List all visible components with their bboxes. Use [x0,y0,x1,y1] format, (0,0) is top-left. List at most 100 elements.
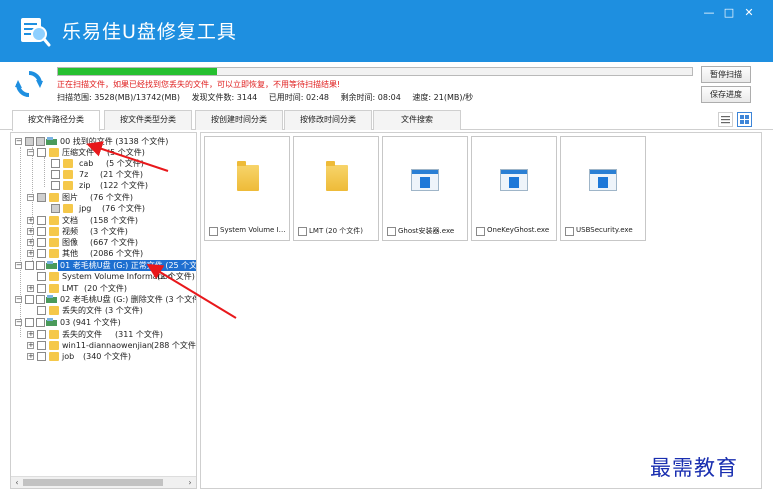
expand-icon[interactable]: + [27,342,34,349]
tree-checkbox[interactable] [37,306,46,315]
tree-node-other[interactable]: + 其他 (2086 个文件) [27,248,196,259]
tree-checkbox[interactable] [37,272,46,281]
tree-checkbox[interactable] [36,295,45,304]
tab-by-modified[interactable]: 按修改时间分类 [284,110,372,130]
grid-view-icon[interactable] [737,112,752,127]
expand-icon[interactable]: + [27,353,34,360]
file-checkbox[interactable] [565,227,574,236]
folder-tree[interactable]: − 00 找到的文件 (3138 个文件) − 压缩文件 (5 个文件) cab… [10,132,197,489]
tree-checkbox[interactable] [37,330,46,339]
tree-checkbox[interactable] [37,227,46,236]
minimize-button[interactable]: — [700,6,718,20]
tree-checkbox[interactable] [25,137,34,146]
tab-by-path[interactable]: 按文件路径分类 [12,110,100,131]
collapse-icon[interactable]: − [15,262,22,269]
tree-checkbox[interactable] [51,181,60,190]
tree-node-lost-files-03[interactable]: + 丢失的文件 (311 个文件) [27,329,196,340]
tree-node-documents[interactable]: + 文档 (158 个文件) [27,215,196,226]
tree-node-03[interactable]: − 03 (941 个文件) [15,317,196,328]
tree-label: 03 (941 个文件) [60,318,121,327]
tree-count: (122 个文件) [100,181,149,190]
file-item[interactable]: System Volume In... [204,136,290,241]
tab-by-type[interactable]: 按文件类型分类 [104,110,192,130]
tree-count: (158 个文件) [90,216,139,225]
tree-node-jpg[interactable]: jpg (76 个文件) [51,203,191,214]
expand-icon[interactable]: + [27,217,34,224]
collapse-icon[interactable]: − [27,194,34,201]
tree-node-drive-normal[interactable]: − 01 老毛桃U盘 (G:) 正常文件 (25 个文件) [15,260,196,271]
tree-node-system-volume[interactable]: System Volume Information (2 个文件) [27,271,196,282]
collapse-icon[interactable]: − [15,138,22,145]
tree-node-7z[interactable]: 7z (21 个文件) [51,169,191,180]
scroll-right-icon[interactable]: › [184,477,196,488]
folder-icon [63,170,73,179]
file-item[interactable]: LMT (20 个文件) [293,136,379,241]
tree-checkbox[interactable] [36,137,45,146]
file-checkbox[interactable] [209,227,218,236]
tree-node-zip[interactable]: zip (122 个文件) [51,180,191,191]
tree-count: (311 个文件) [115,330,164,339]
tree-node-win11[interactable]: + win11-diannaowenjian (288 个文件) [27,340,197,351]
tree-checkbox[interactable] [37,238,46,247]
tree-label: cab [79,159,94,168]
tree-checkbox[interactable] [37,352,46,361]
expand-icon[interactable]: + [27,331,34,338]
tree-checkbox[interactable] [37,148,46,157]
tree-checkbox[interactable] [37,284,46,293]
maximize-button[interactable]: □ [720,6,738,20]
scroll-left-icon[interactable]: ‹ [11,477,23,488]
tree-checkbox[interactable] [36,318,45,327]
tree-checkbox[interactable] [25,295,34,304]
file-item[interactable]: Ghost安装器.exe [382,136,468,241]
file-item[interactable]: USBSecurity.exe [560,136,646,241]
tree-checkbox[interactable] [51,159,60,168]
tab-by-created[interactable]: 按创建时间分类 [195,110,283,130]
folder-icon [63,181,73,190]
tree-node-archives[interactable]: − 压缩文件 (5 个文件) [27,147,196,158]
tree-checkbox[interactable] [25,261,34,270]
tree-checkbox[interactable] [51,170,60,179]
file-checkbox[interactable] [298,227,307,236]
expand-icon[interactable]: + [27,228,34,235]
tree-label: 丢失的文件 [62,330,102,339]
file-checkbox[interactable] [387,227,396,236]
tree-node-job[interactable]: + job (340 个文件) [27,351,196,362]
tree-count: (2 个文件) [157,272,195,281]
folder-icon [49,216,59,225]
tree-node-cab[interactable]: cab (5 个文件) [51,158,191,169]
tree-checkbox[interactable] [37,341,46,350]
pause-scan-button[interactable]: 暂停扫描 [701,66,751,83]
collapse-icon[interactable]: − [27,149,34,156]
expand-icon[interactable]: + [27,239,34,246]
tree-checkbox[interactable] [51,204,60,213]
close-button[interactable]: ✕ [740,6,758,20]
tree-count: (340 个文件) [83,352,132,361]
tree-count: (76 个文件) [90,193,133,202]
tree-checkbox[interactable] [25,318,34,327]
tree-checkbox[interactable] [37,216,46,225]
collapse-icon[interactable]: − [15,296,22,303]
tree-horizontal-scrollbar[interactable]: ‹ › [11,476,196,488]
tree-node-lmt[interactable]: + LMT (20 个文件) [27,283,196,294]
tree-node-graphics[interactable]: + 图像 (667 个文件) [27,237,196,248]
collapse-icon[interactable]: − [15,319,22,326]
tree-node-images[interactable]: − 图片 (76 个文件) [27,192,196,203]
list-view-icon[interactable] [718,112,733,127]
tree-checkbox[interactable] [36,261,45,270]
tree-checkbox[interactable] [37,249,46,258]
save-progress-button[interactable]: 保存进度 [701,86,751,103]
tree-node-drive-deleted[interactable]: − 02 老毛桃U盘 (G:) 删除文件 (3 个文件) [15,294,196,305]
expand-icon[interactable]: + [27,250,34,257]
exe-icon [500,169,528,191]
scan-speed: 速度: 21(MB)/秒 [412,93,474,102]
file-item[interactable]: OneKeyGhost.exe [471,136,557,241]
tree-node-lost-files[interactable]: 丢失的文件 (3 个文件) [27,305,196,316]
scrollbar-thumb[interactable] [23,479,163,486]
expand-icon[interactable]: + [27,285,34,292]
tree-checkbox[interactable] [37,193,46,202]
file-checkbox[interactable] [476,227,485,236]
tree-count: (288 个文件) [151,341,197,350]
tab-file-search[interactable]: 文件搜索 [373,110,461,130]
tree-node-found-files[interactable]: − 00 找到的文件 (3138 个文件) [15,136,196,147]
tree-node-videos[interactable]: + 视频 (3 个文件) [27,226,196,237]
